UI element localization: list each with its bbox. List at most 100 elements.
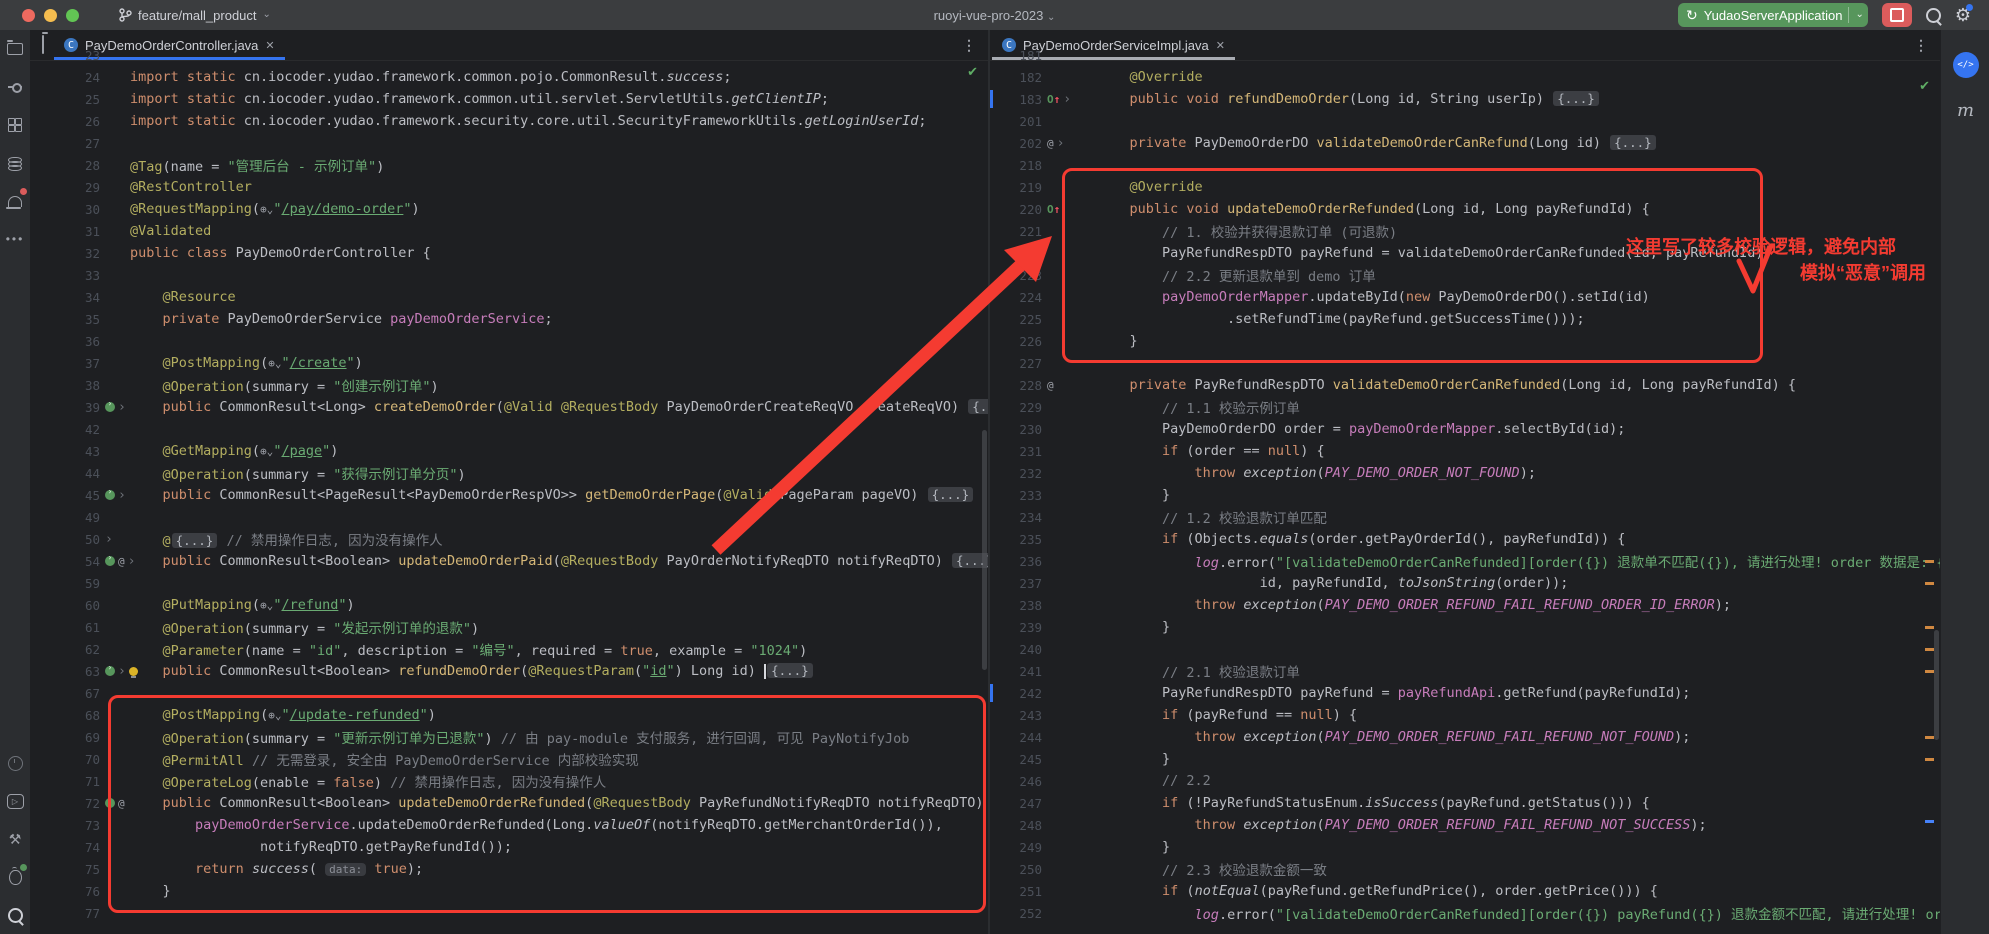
- line-number[interactable]: 233: [996, 488, 1042, 503]
- line-number[interactable]: 224: [996, 290, 1042, 305]
- line-number[interactable]: 201: [996, 114, 1042, 129]
- line-number[interactable]: 49: [40, 510, 100, 525]
- line-number[interactable]: 219: [996, 180, 1042, 195]
- line-number[interactable]: 227: [996, 356, 1042, 371]
- line-number[interactable]: 59: [40, 576, 100, 591]
- line-number[interactable]: 23: [40, 48, 100, 63]
- fold-arrow-icon[interactable]: ›: [1063, 92, 1071, 107]
- line-number[interactable]: 35: [40, 312, 100, 327]
- line-number[interactable]: 69: [40, 730, 100, 745]
- code-area-left[interactable]: 2324import static cn.iocoder.yudao.frame…: [30, 44, 988, 924]
- line-number[interactable]: 249: [996, 840, 1042, 855]
- line-number[interactable]: 229: [996, 400, 1042, 415]
- git-branch-widget[interactable]: feature/mall_product ⌄: [119, 8, 271, 23]
- line-number[interactable]: 24: [40, 70, 100, 85]
- folded-code-chip[interactable]: {...}: [172, 533, 218, 548]
- line-number[interactable]: 239: [996, 620, 1042, 635]
- line-number[interactable]: 181: [996, 48, 1042, 63]
- notifications-button[interactable]: [0, 182, 30, 220]
- line-number[interactable]: 222: [996, 246, 1042, 261]
- line-number[interactable]: 60: [40, 598, 100, 613]
- line-number[interactable]: 238: [996, 598, 1042, 613]
- inspections-ok-icon[interactable]: ✔: [967, 64, 978, 80]
- database-tool-button[interactable]: [0, 144, 30, 182]
- line-number[interactable]: 43: [40, 444, 100, 459]
- line-number[interactable]: 218: [996, 158, 1042, 173]
- line-number[interactable]: 76: [40, 884, 100, 899]
- minimize-window-button[interactable]: [44, 9, 57, 22]
- line-number[interactable]: 73: [40, 818, 100, 833]
- line-number[interactable]: 232: [996, 466, 1042, 481]
- line-number[interactable]: 251: [996, 884, 1042, 899]
- fold-arrow-icon[interactable]: ›: [1057, 136, 1065, 151]
- line-number[interactable]: 25: [40, 92, 100, 107]
- line-number[interactable]: 37: [40, 356, 100, 371]
- line-number[interactable]: 223: [996, 268, 1042, 283]
- stop-button[interactable]: [1882, 3, 1912, 27]
- inspections-ok-icon[interactable]: ✔: [1919, 78, 1930, 94]
- line-number[interactable]: 39: [40, 400, 100, 415]
- line-number[interactable]: 241: [996, 664, 1042, 679]
- line-number[interactable]: 68: [40, 708, 100, 723]
- project-name[interactable]: ruoyi-vue-pro-2023: [934, 8, 1044, 23]
- line-number[interactable]: 236: [996, 554, 1042, 569]
- project-tool-button[interactable]: [0, 30, 30, 68]
- ai-assistant-button[interactable]: </>: [1953, 52, 1979, 78]
- line-number[interactable]: 77: [40, 906, 100, 921]
- editor-pane-right[interactable]: C PayDemoOrderServiceImpl.java ✕ ⋮ ✔ 181…: [990, 30, 1940, 934]
- line-number[interactable]: 242: [996, 686, 1042, 701]
- close-window-button[interactable]: [22, 9, 35, 22]
- line-number[interactable]: 244: [996, 730, 1042, 745]
- scrollbar-left[interactable]: [982, 430, 987, 670]
- line-number[interactable]: 26: [40, 114, 100, 129]
- line-number[interactable]: 44: [40, 466, 100, 481]
- line-number[interactable]: 74: [40, 840, 100, 855]
- folded-code-chip[interactable]: {...}: [968, 399, 988, 414]
- scrollbar-right[interactable]: [1934, 630, 1939, 740]
- line-number[interactable]: 71: [40, 774, 100, 789]
- folded-code-chip[interactable]: {...}: [767, 663, 813, 678]
- line-number[interactable]: 42: [40, 422, 100, 437]
- build-tool-button[interactable]: ⚒: [0, 820, 30, 858]
- line-number[interactable]: 237: [996, 576, 1042, 591]
- search-everywhere-button[interactable]: [1926, 8, 1941, 23]
- line-number[interactable]: 36: [40, 334, 100, 349]
- line-number[interactable]: 226: [996, 334, 1042, 349]
- zoom-window-button[interactable]: [66, 9, 79, 22]
- line-number[interactable]: 235: [996, 532, 1042, 547]
- line-number[interactable]: 230: [996, 422, 1042, 437]
- line-number[interactable]: 31: [40, 224, 100, 239]
- fold-arrow-icon[interactable]: ›: [118, 488, 126, 503]
- line-number[interactable]: 32: [40, 246, 100, 261]
- line-number[interactable]: 240: [996, 642, 1042, 657]
- fold-arrow-icon[interactable]: ›: [118, 664, 126, 679]
- folded-code-chip[interactable]: {...}: [1610, 135, 1656, 150]
- line-number[interactable]: 248: [996, 818, 1042, 833]
- code-area-right[interactable]: 181182 @Override183O↑› public void refun…: [990, 44, 1940, 924]
- settings-button[interactable]: ⚙: [1955, 6, 1971, 24]
- line-number[interactable]: 28: [40, 158, 100, 173]
- structure-tool-button[interactable]: [0, 106, 30, 144]
- line-number[interactable]: 182: [996, 70, 1042, 85]
- maven-tool-button[interactable]: m: [1957, 100, 1974, 121]
- recent-tool-button[interactable]: [0, 744, 30, 782]
- line-number[interactable]: 221: [996, 224, 1042, 239]
- line-number[interactable]: 228: [996, 378, 1042, 393]
- line-number[interactable]: 27: [40, 136, 100, 151]
- more-tools-button[interactable]: •••: [0, 220, 30, 258]
- fold-arrow-icon[interactable]: ›: [118, 400, 126, 415]
- line-number[interactable]: 234: [996, 510, 1042, 525]
- line-number[interactable]: 29: [40, 180, 100, 195]
- line-number[interactable]: 245: [996, 752, 1042, 767]
- line-number[interactable]: 54: [40, 554, 100, 569]
- find-tool-button[interactable]: [0, 896, 30, 934]
- line-number[interactable]: 67: [40, 686, 100, 701]
- editor-pane-left[interactable]: C PayDemoOrderController.java ✕ ⋮ ✔ 2324…: [30, 30, 990, 934]
- line-number[interactable]: 63: [40, 664, 100, 679]
- line-number[interactable]: 50: [40, 532, 100, 547]
- line-number[interactable]: 61: [40, 620, 100, 635]
- debug-tool-button[interactable]: [0, 858, 30, 896]
- line-number[interactable]: 72: [40, 796, 100, 811]
- line-number[interactable]: 62: [40, 642, 100, 657]
- line-number[interactable]: 45: [40, 488, 100, 503]
